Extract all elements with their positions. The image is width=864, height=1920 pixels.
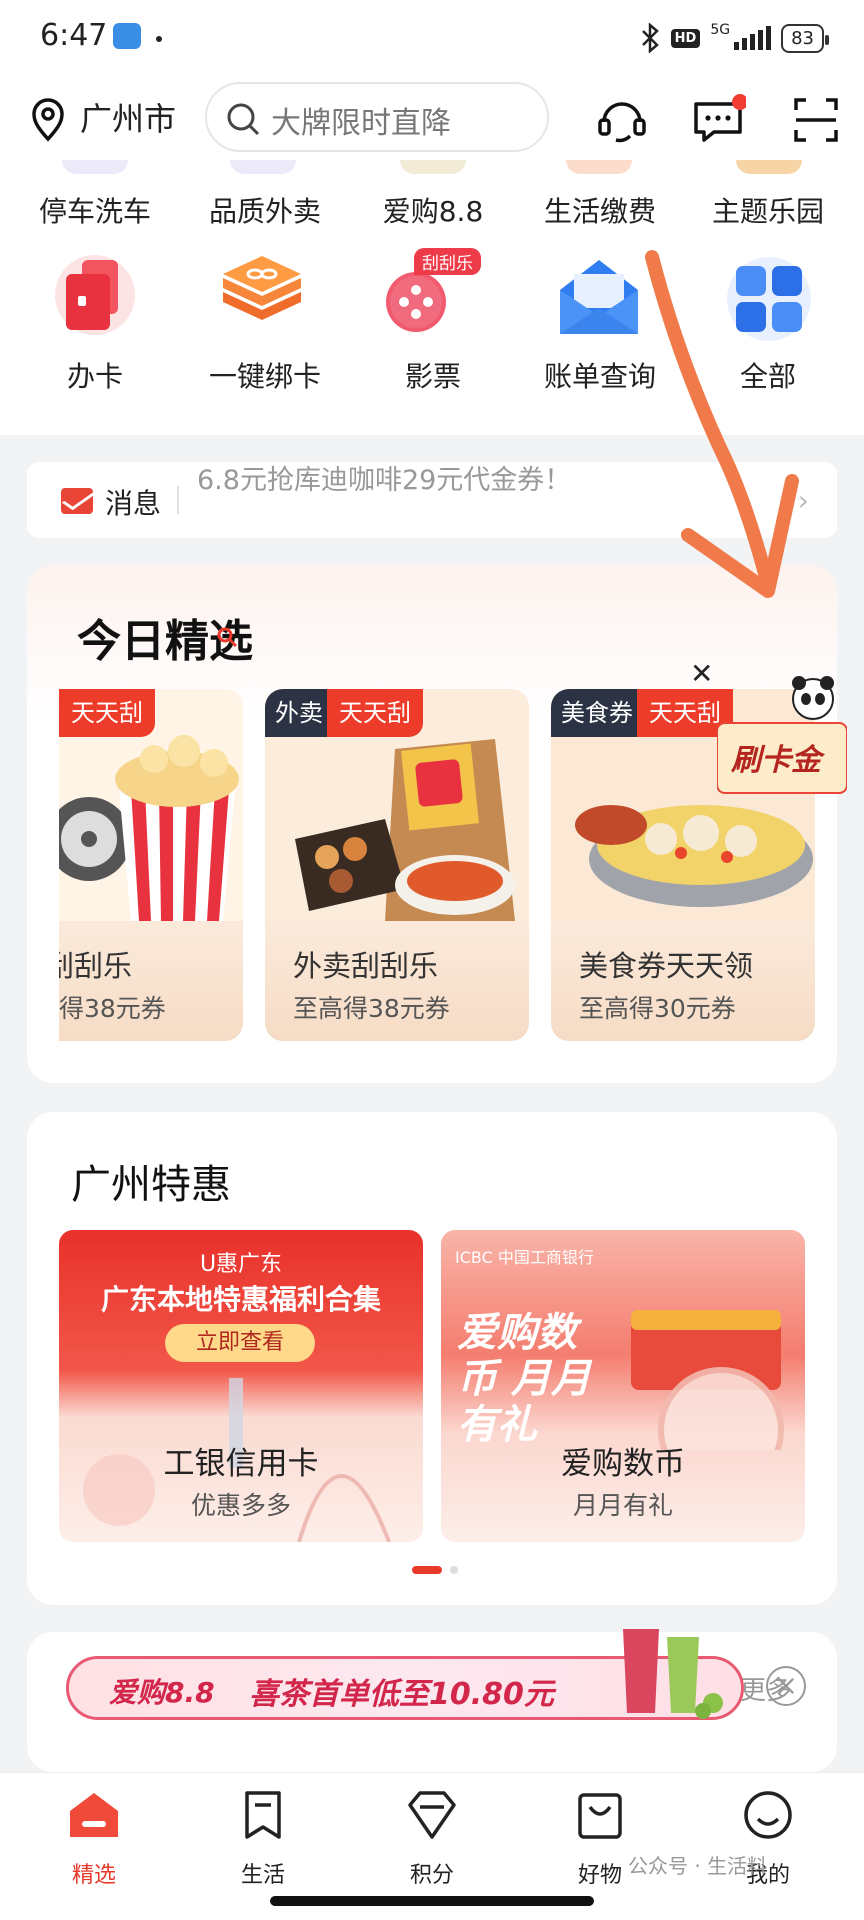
grid-item-theme-park[interactable]: 主题乐园	[683, 190, 853, 230]
battery-indicator: 83	[781, 23, 829, 53]
tab-points[interactable]: 积分	[372, 1787, 492, 1897]
search-placeholder: 大牌限时直降	[271, 106, 451, 141]
banner-top-label: U惠广东	[199, 1252, 283, 1277]
tab-label: 生活	[240, 1863, 285, 1888]
tab-goods[interactable]: 好物	[540, 1787, 660, 1897]
signal-icon	[734, 26, 772, 50]
bank-logo-text: ICBC 中国工商银行	[455, 1248, 594, 1267]
promo-banner[interactable]: 爱购8.8 喜茶首单低至10.80元	[66, 1629, 744, 1720]
network-label: 5G	[710, 22, 731, 38]
message-text: 6.8元抢库迪咖啡29元代金券！	[197, 465, 572, 496]
takeout-scratch-card[interactable]: 外卖 天天刮 外卖刮刮乐 至高得38元券	[265, 689, 529, 1041]
grid-item-movie[interactable]: 影票	[348, 355, 518, 395]
link-card-icon[interactable]	[215, 248, 309, 342]
card-title: 刮刮乐	[59, 949, 133, 983]
card-title: 美食券天天领	[579, 949, 754, 983]
banner-title: 广东本地特惠福利合集	[100, 1283, 381, 1316]
mail-icon	[61, 488, 93, 514]
grid-item-takeout[interactable]: 品质外卖	[180, 190, 350, 230]
card-subtitle: 至高得30元券	[579, 994, 736, 1023]
grid-item-all[interactable]: 全部	[683, 355, 853, 395]
home-indicator	[270, 1896, 594, 1906]
icbc-credit-card-deal[interactable]: U惠广东 广东本地特惠福利合集 立即查看 工银信用卡 优惠多多	[59, 1230, 423, 1542]
grid-item-aigou[interactable]: 爱购8.8	[348, 190, 518, 230]
status-time: 6:47	[40, 18, 108, 53]
shopping-bag-icon	[578, 1793, 622, 1839]
parking-icon	[62, 160, 128, 174]
grid-badge: 刮刮乐	[414, 248, 481, 275]
grid-item-link-card[interactable]: 一键绑卡	[180, 355, 350, 395]
scratch-card[interactable]: 天天刮 刮刮乐 得38元券	[59, 689, 243, 1041]
diamond-icon	[408, 1791, 456, 1839]
utility-icon	[566, 160, 632, 174]
message-label: 消息	[105, 487, 162, 520]
divider	[177, 486, 179, 514]
notification-dot-icon	[156, 36, 162, 42]
tab-label: 精选	[71, 1863, 116, 1888]
promo-text: 喜茶首单低至10.80元	[249, 1677, 554, 1712]
messages-icon[interactable]	[690, 92, 746, 148]
status-bar: 6:47 HD 5G 83	[0, 0, 864, 80]
card-subtitle: 得38元券	[59, 994, 166, 1023]
treasure-chest-image	[631, 1310, 784, 1450]
card-subtitle: 月月有礼	[572, 1491, 673, 1520]
tag-takeout: 外卖	[265, 689, 333, 737]
bill-envelope-icon[interactable]	[552, 250, 646, 344]
tag-food-coupon: 美食券	[551, 689, 643, 737]
card-icon[interactable]	[48, 248, 142, 342]
takeout-icon	[230, 160, 296, 174]
location-pin-icon[interactable]	[28, 98, 68, 142]
home-icon	[70, 1793, 118, 1837]
service-grid: 停车洗车 品质外卖 爱购8.8 生活缴费 主题乐园 刮刮乐 办卡 一键绑卡 影票…	[0, 160, 864, 435]
status-right: HD 5G 83	[639, 20, 829, 56]
card-subtitle: 优惠多多	[190, 1491, 291, 1520]
search-input[interactable]: 大牌限时直降	[205, 82, 549, 152]
today-picks-section: 今日精选 天天刮 刮刮乐 得38元券 外卖 天天刮 外卖刮刮乐 至高得38元券 …	[27, 565, 837, 1083]
top-header: 广州市 大牌限时直降	[0, 80, 864, 160]
promo-brand: 爱购8.8	[109, 1676, 215, 1709]
magnifier-icon	[217, 627, 238, 648]
tab-life[interactable]: 生活	[203, 1787, 323, 1897]
tab-mine[interactable]: 我的	[708, 1787, 828, 1897]
tag-daily: 天天刮	[59, 689, 155, 737]
tab-label: 积分	[409, 1863, 454, 1888]
grid-item-card[interactable]: 办卡	[10, 355, 180, 395]
float-badge-label: 刷卡金	[731, 743, 821, 778]
banner-title: 爱购数币 月月有礼	[457, 1310, 591, 1448]
message-app-icon	[113, 23, 141, 49]
drinks-image	[623, 1629, 723, 1719]
grid-item-bill[interactable]: 账单查询	[515, 355, 685, 395]
search-icon	[227, 103, 260, 136]
grid-item-utility[interactable]: 生活缴费	[515, 190, 685, 230]
close-icon[interactable]: ✕	[690, 657, 713, 690]
card-title: 外卖刮刮乐	[293, 949, 439, 983]
card-title: 工银信用卡	[163, 1446, 319, 1482]
guangzhou-deals-section: 广州特惠 U惠广东 广东本地特惠福利合集 立即查看 工银信用卡 优惠多多 ICB…	[27, 1112, 837, 1605]
tag-daily: 天天刮	[327, 689, 423, 737]
city-selector[interactable]: 广州市	[80, 94, 176, 140]
card-title: 爱购数币	[561, 1446, 685, 1482]
tab-featured[interactable]: 精选	[34, 1787, 154, 1897]
section-title: 广州特惠	[71, 1162, 231, 1208]
bookmark-icon	[245, 1791, 281, 1839]
aigou-icon	[400, 160, 466, 174]
chevron-right-icon: ›	[797, 484, 809, 517]
close-icon[interactable]	[766, 1666, 806, 1706]
view-now-button[interactable]: 立即查看	[165, 1324, 315, 1362]
hd-badge: HD	[670, 28, 701, 48]
scan-icon[interactable]	[788, 92, 844, 148]
watermark-text: 公众号 · 生活料	[628, 1854, 768, 1878]
carousel-pager	[412, 1566, 458, 1574]
swipe-gold-floating-badge[interactable]: 刷卡金	[717, 675, 847, 801]
customer-service-icon[interactable]	[594, 92, 650, 148]
theme-park-icon	[736, 160, 802, 174]
all-apps-icon[interactable]	[722, 252, 816, 346]
message-bar[interactable]: 消息 6.8元抢库迪咖啡29元代金券！ ›	[27, 462, 837, 538]
digital-currency-deal[interactable]: ICBC 中国工商银行 爱购数币 月月有礼 爱购数币 月月有礼	[441, 1230, 805, 1542]
smile-icon	[744, 1791, 792, 1839]
card-subtitle: 至高得38元券	[293, 994, 450, 1023]
bluetooth-icon	[641, 23, 659, 53]
grid-item-parking[interactable]: 停车洗车	[10, 190, 180, 230]
